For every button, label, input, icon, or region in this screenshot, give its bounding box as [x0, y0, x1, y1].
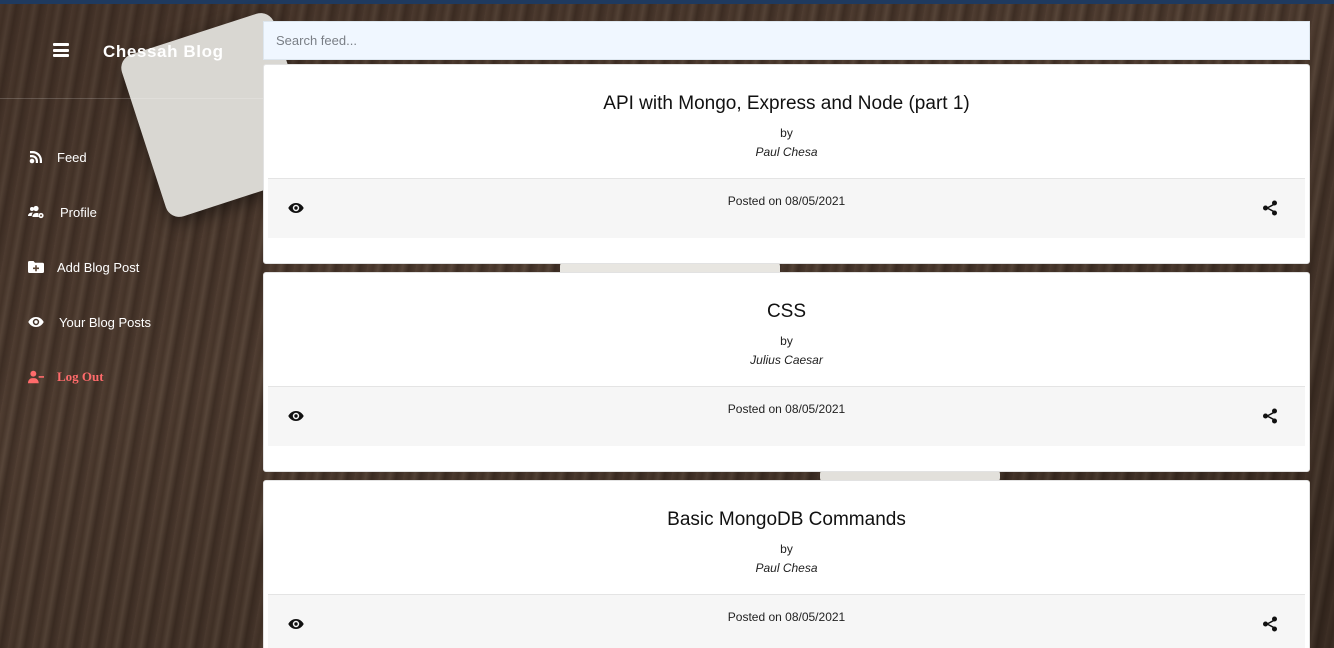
- post-author: Paul Chesa: [755, 145, 818, 159]
- post-by-label: by: [780, 334, 793, 348]
- post-by-label: by: [780, 542, 793, 556]
- post-card: Basic MongoDB Commands by Paul Chesa Pos…: [263, 480, 1310, 648]
- sidebar-item-add-blog-post[interactable]: Add Blog Post: [28, 259, 139, 275]
- sidebar-item-feed[interactable]: Feed: [28, 149, 87, 165]
- post-date: Posted on 08/05/2021: [727, 610, 846, 624]
- user-minus-icon: [28, 369, 44, 385]
- share-icon[interactable]: [1262, 200, 1278, 216]
- post-footer: Posted on 08/05/2021: [268, 594, 1305, 648]
- post-author: Paul Chesa: [755, 561, 818, 575]
- hamburger-menu-icon[interactable]: [53, 43, 69, 57]
- sidebar-item-log-out[interactable]: Log Out: [28, 369, 104, 385]
- blog-icon: [28, 149, 44, 165]
- sidebar-item-label: Feed: [57, 149, 87, 165]
- post-title[interactable]: CSS: [264, 301, 1309, 323]
- post-date: Posted on 08/05/2021: [727, 194, 846, 208]
- sidebar-header: Chessah Blog: [0, 4, 263, 99]
- sidebar-item-your-blog-posts[interactable]: Your Blog Posts: [28, 314, 151, 330]
- users-cog-icon: [28, 204, 44, 220]
- folder-plus-icon: [28, 259, 44, 275]
- eye-icon: [28, 314, 44, 330]
- post-footer: Posted on 08/05/2021: [268, 386, 1305, 446]
- sidebar: Chessah Blog Feed Profile Add Blog Post …: [0, 4, 263, 648]
- sidebar-item-label: Log Out: [57, 369, 104, 384]
- sidebar-item-label: Add Blog Post: [57, 259, 140, 275]
- share-icon[interactable]: [1262, 408, 1278, 424]
- post-footer: Posted on 08/05/2021: [268, 178, 1305, 238]
- search-input[interactable]: [263, 21, 1310, 60]
- post-date: Posted on 08/05/2021: [727, 402, 846, 416]
- post-by-label: by: [780, 126, 793, 140]
- sidebar-item-label: Profile: [60, 204, 97, 220]
- post-author: Julius Caesar: [750, 353, 823, 367]
- post-title[interactable]: Basic MongoDB Commands: [264, 509, 1309, 531]
- sidebar-item-profile[interactable]: Profile: [28, 204, 97, 220]
- sidebar-item-label: Your Blog Posts: [59, 314, 152, 330]
- post-card: API with Mongo, Express and Node (part 1…: [263, 64, 1310, 264]
- brand-title: Chessah Blog: [103, 42, 224, 61]
- post-title[interactable]: API with Mongo, Express and Node (part 1…: [264, 93, 1309, 115]
- post-card: CSS by Julius Caesar Posted on 08/05/202…: [263, 272, 1310, 472]
- share-icon[interactable]: [1262, 616, 1278, 632]
